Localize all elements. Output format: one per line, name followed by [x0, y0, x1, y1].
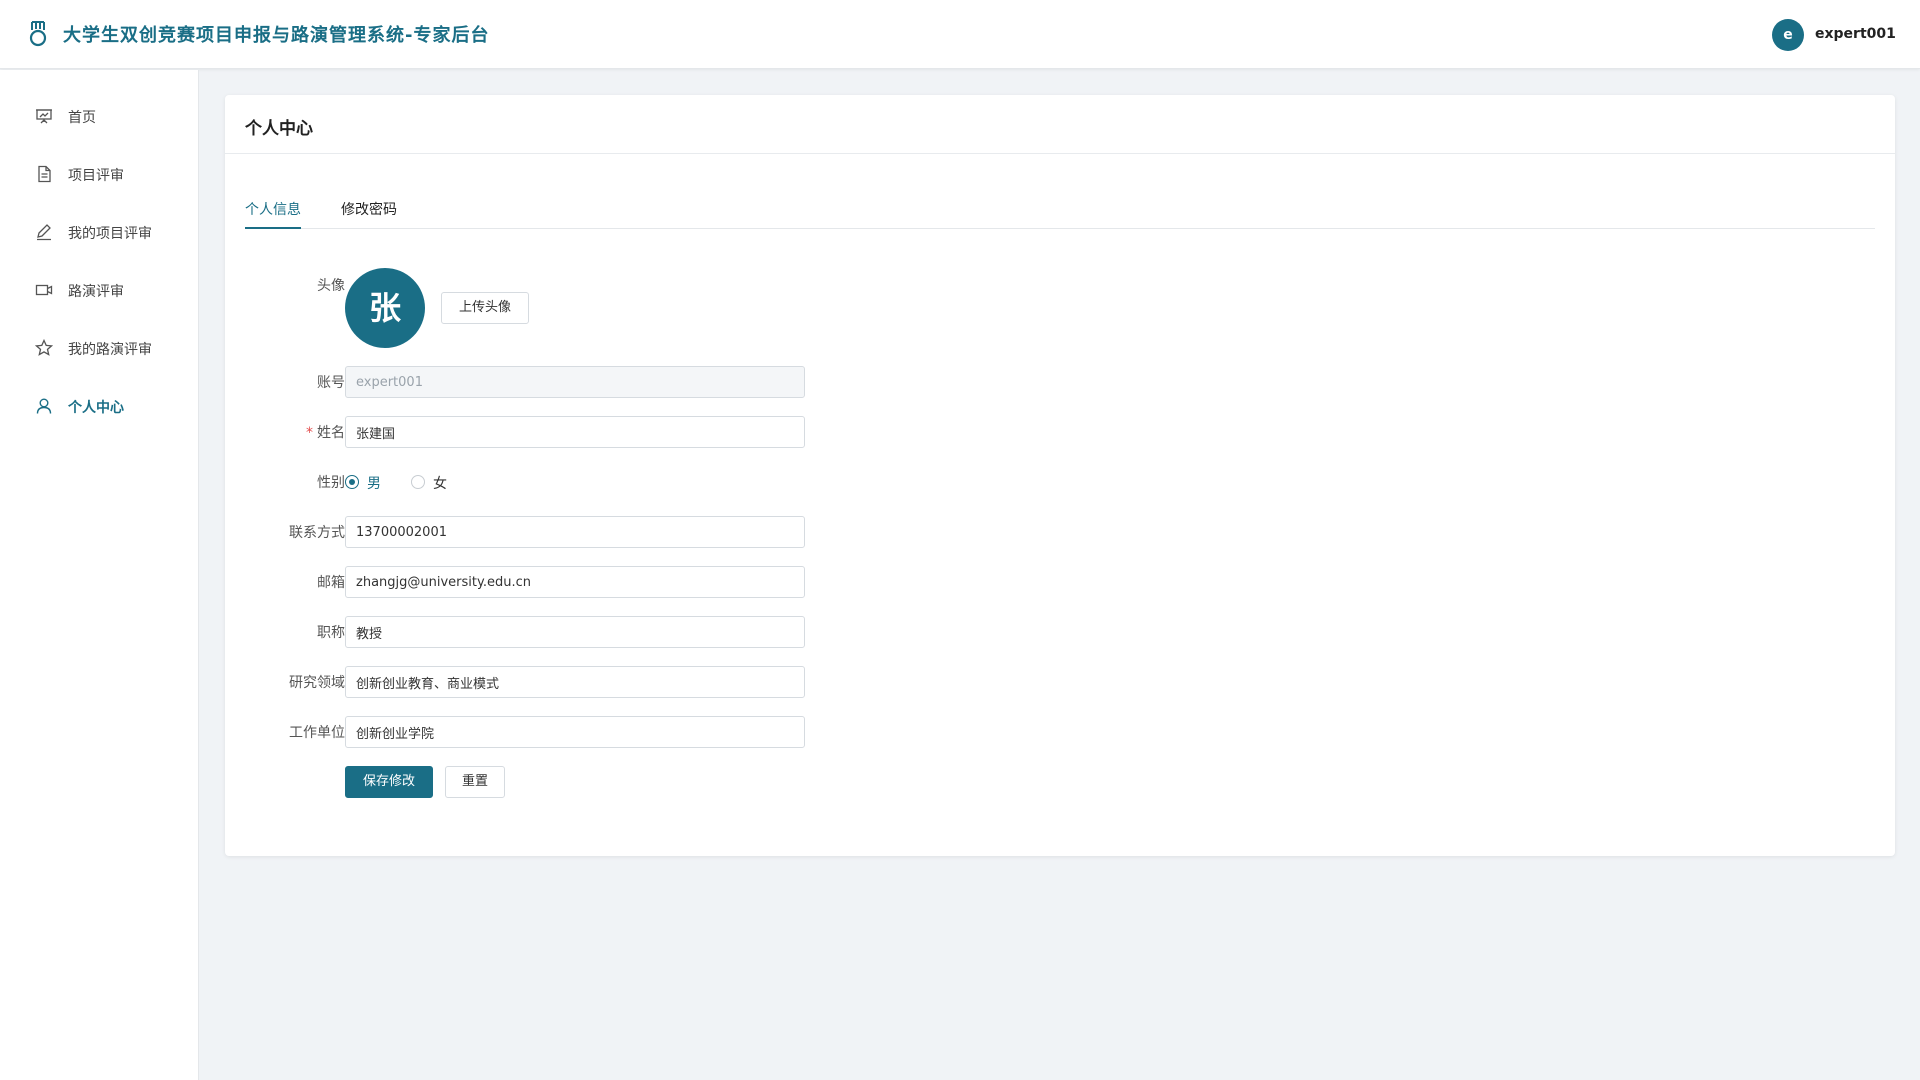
work-unit-field[interactable]: [345, 716, 805, 748]
sidebar-item-project-review[interactable]: 项目评审: [0, 152, 198, 196]
gender-option-label: 女: [433, 476, 447, 492]
medal-logo-icon: [29, 21, 47, 47]
account-label: 账号: [317, 375, 345, 391]
phone-field[interactable]: [345, 516, 805, 548]
sidebar-item-my-roadshow-review[interactable]: 我的路演评审: [0, 326, 198, 370]
phone-label: 联系方式: [289, 525, 345, 541]
name-label-row: * 姓名: [225, 422, 345, 442]
research-field[interactable]: [345, 666, 805, 698]
avatar-label: 头像: [317, 278, 345, 294]
sidebar-item-my-project-review[interactable]: 我的项目评审: [0, 210, 198, 254]
sidebar-item-label: 我的项目评审: [68, 226, 152, 242]
profile-avatar: 张: [345, 268, 425, 348]
video-camera-icon: [35, 284, 53, 296]
document-icon: [38, 165, 51, 183]
sidebar-item-roadshow-review[interactable]: 路演评审: [0, 268, 198, 312]
work-unit-label: 工作单位: [289, 725, 345, 741]
pen-icon: [37, 224, 51, 241]
profile-card: 个人中心 个人信息 修改密码 头像 张 上传头像 账号 *姓名 性别 男 女 联…: [225, 95, 1895, 856]
reset-button[interactable]: 重置: [445, 766, 505, 798]
research-label: 研究领域: [289, 675, 345, 691]
sidebar-item-label: 路演评审: [68, 284, 124, 300]
sidebar: 首页 项目评审 我的项目评审 路演评审 我的路演评审 个人中心: [0, 70, 199, 1080]
name-field[interactable]: [345, 416, 805, 448]
user-avatar[interactable]: e: [1772, 19, 1804, 51]
sidebar-item-label: 首页: [68, 110, 96, 126]
job-title-field[interactable]: [345, 616, 805, 648]
gender-option-label: 男: [367, 476, 381, 492]
sidebar-item-home[interactable]: 首页: [0, 94, 198, 138]
presentation-chart-icon: [36, 109, 52, 124]
user-name[interactable]: expert001: [1815, 26, 1896, 42]
account-field: [345, 366, 805, 398]
email-label: 邮箱: [317, 575, 345, 591]
user-icon: [36, 398, 52, 414]
top-header: 大学生双创竞赛项目申报与路演管理系统-专家后台 e expert001: [0, 0, 1920, 69]
name-label: 姓名: [317, 425, 345, 441]
app-title: 大学生双创竞赛项目申报与路演管理系统-专家后台: [63, 25, 490, 46]
star-icon: [35, 339, 53, 356]
sidebar-item-label: 个人中心: [68, 400, 124, 416]
required-mark: *: [306, 425, 313, 441]
sidebar-item-label: 我的路演评审: [68, 342, 152, 358]
radio-dot: [411, 475, 425, 489]
sidebar-item-profile[interactable]: 个人中心: [0, 384, 198, 428]
sidebar-item-label: 项目评审: [68, 168, 124, 184]
save-button[interactable]: 保存修改: [345, 766, 433, 798]
profile-form: 头像 张 上传头像 账号 *姓名 性别 男 女 联系方式 邮箱 职称 研究领域: [225, 95, 1895, 856]
email-field[interactable]: [345, 566, 805, 598]
job-title-label: 职称: [317, 625, 345, 641]
upload-avatar-button[interactable]: 上传头像: [441, 292, 529, 324]
radio-dot: [345, 475, 359, 489]
gender-label: 性别: [317, 475, 345, 491]
